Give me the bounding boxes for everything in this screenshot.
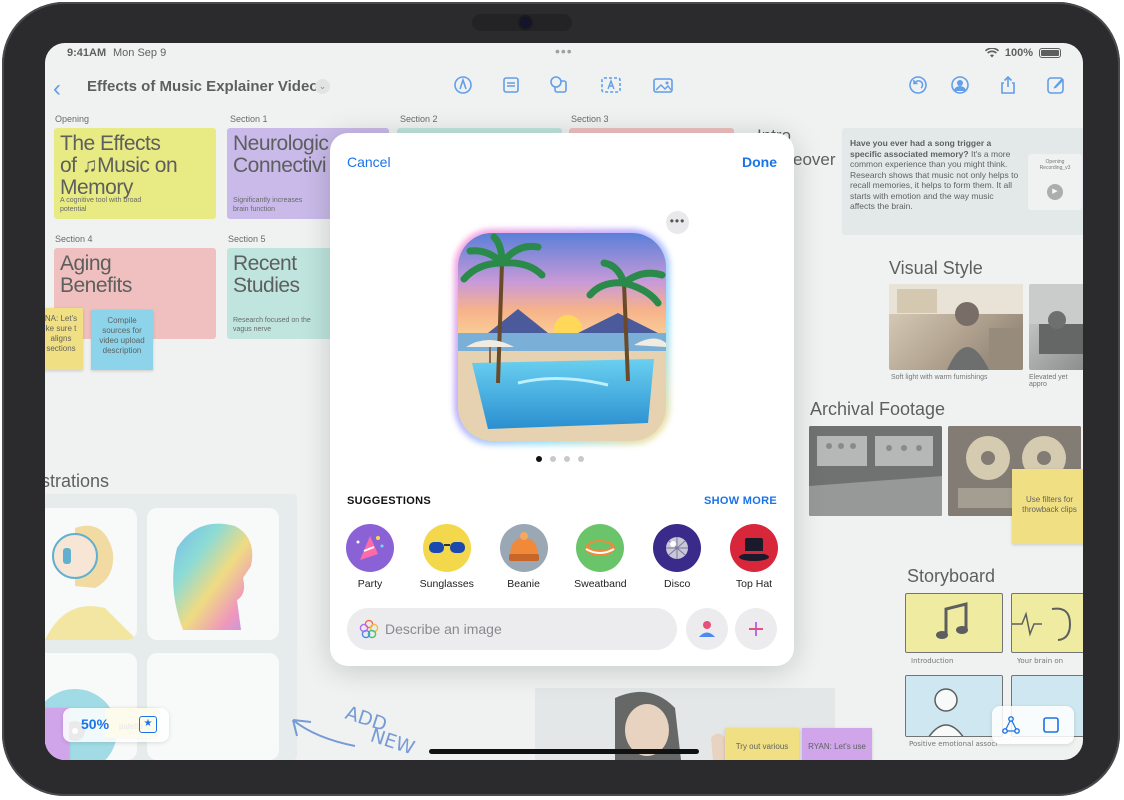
cancel-button[interactable]: Cancel — [347, 154, 391, 170]
page-dot[interactable] — [550, 456, 556, 462]
suggestions-label: SUGGESTIONS — [347, 495, 431, 507]
image-generation-sheet: Cancel Done ••• SUGGESTIONS SHOW MORE Pa… — [330, 133, 794, 666]
page-dot[interactable] — [536, 456, 542, 462]
done-button[interactable]: Done — [742, 154, 777, 170]
grid-toggle-icon[interactable] — [1042, 716, 1060, 734]
suggestion-beanie[interactable]: Beanie — [491, 524, 557, 590]
suggestion-label: Sunglasses — [419, 578, 474, 590]
page-dot[interactable] — [564, 456, 570, 462]
describe-image-field[interactable] — [347, 608, 677, 650]
add-button[interactable] — [735, 608, 777, 650]
suggestion-party[interactable]: Party — [337, 524, 403, 590]
sunglasses-icon — [422, 524, 471, 572]
sweatband-icon — [576, 524, 625, 572]
zoom-level[interactable]: 50% — [81, 716, 109, 732]
top-hat-icon — [729, 524, 778, 572]
more-options-icon[interactable]: ••• — [666, 211, 689, 234]
person-button[interactable] — [686, 608, 728, 650]
generated-image-preview[interactable] — [458, 233, 666, 441]
plus-icon — [749, 622, 763, 636]
disco-ball-icon — [653, 524, 702, 572]
show-more-button[interactable]: SHOW MORE — [704, 495, 777, 507]
party-icon — [346, 524, 394, 572]
connection-tool-icon[interactable] — [1002, 716, 1020, 734]
front-camera — [520, 17, 531, 28]
suggestion-disco[interactable]: Disco — [644, 524, 710, 590]
image-playground-icon — [359, 619, 379, 639]
favorite-scene-icon[interactable]: ★ — [139, 716, 157, 733]
suggestion-label: Party — [357, 578, 383, 590]
suggestion-label: Beanie — [507, 578, 540, 590]
suggestion-label: Top Hat — [735, 578, 773, 590]
person-icon — [699, 621, 715, 637]
home-indicator[interactable] — [429, 749, 699, 754]
page-dot[interactable] — [578, 456, 584, 462]
page-indicator[interactable] — [536, 456, 584, 462]
suggestion-sunglasses[interactable]: Sunglasses — [414, 524, 480, 590]
suggestion-top-hat[interactable]: Top Hat — [721, 524, 787, 590]
suggestion-sweatband[interactable]: Sweatband — [567, 524, 633, 590]
beanie-icon — [499, 524, 548, 572]
suggestion-label: Disco — [664, 578, 691, 590]
zoom-control[interactable]: 50% ★ — [63, 708, 169, 742]
bottom-right-controls — [992, 706, 1074, 744]
suggestions-row: Party Sunglasses Beanie Sweatband Disco — [337, 524, 787, 590]
describe-image-input[interactable] — [385, 608, 665, 650]
suggestion-label: Sweatband — [574, 578, 627, 590]
